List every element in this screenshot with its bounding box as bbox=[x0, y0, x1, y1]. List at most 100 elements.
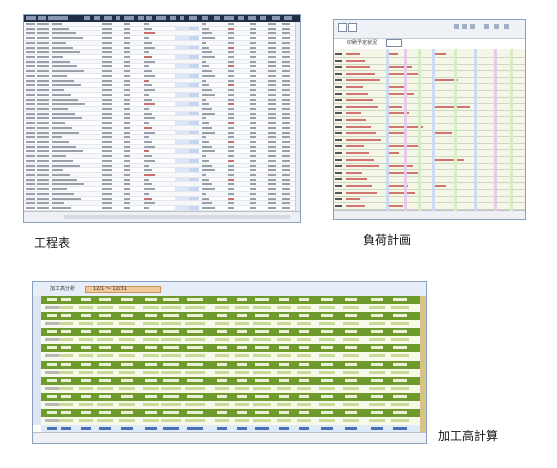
process-table-cell bbox=[144, 103, 155, 106]
load-plan-column-band bbox=[432, 49, 435, 211]
process-table-cell bbox=[52, 51, 80, 54]
process-table-cell bbox=[124, 188, 130, 191]
process-table-cell bbox=[37, 202, 49, 205]
process-table-cell bbox=[102, 131, 112, 134]
process-table-cell bbox=[37, 93, 49, 96]
process-table-cell bbox=[52, 131, 79, 134]
process-table-cell bbox=[268, 202, 276, 205]
process-table-cell bbox=[228, 164, 234, 167]
toolbar-icon[interactable] bbox=[462, 24, 467, 29]
process-table-cell bbox=[124, 27, 130, 30]
load-plan-column-band bbox=[404, 49, 407, 211]
process-table-cell bbox=[37, 164, 49, 167]
process-table-cell bbox=[52, 79, 74, 82]
process-table-horizontal-scrollbar[interactable] bbox=[64, 215, 290, 219]
process-table-cell bbox=[250, 60, 256, 63]
process-table-cell bbox=[144, 79, 149, 82]
process-table-cell bbox=[282, 60, 290, 63]
process-table-rows bbox=[24, 22, 296, 212]
process-table-cell bbox=[37, 56, 49, 59]
process-table-cell bbox=[268, 197, 276, 200]
process-table-cell bbox=[228, 51, 234, 54]
process-table-cell bbox=[37, 188, 49, 191]
process-table-cell bbox=[124, 112, 130, 115]
process-table-cell bbox=[250, 159, 256, 162]
toolbar-button[interactable] bbox=[338, 23, 347, 32]
process-table-cell bbox=[250, 70, 256, 73]
process-table-cell bbox=[250, 112, 256, 115]
process-table-cell bbox=[268, 107, 276, 110]
process-table-cell bbox=[268, 84, 276, 87]
load-plan-job-text bbox=[346, 92, 368, 95]
process-table-cell bbox=[144, 117, 155, 120]
process-table-cell bbox=[282, 103, 290, 106]
process-table-cell bbox=[268, 174, 276, 176]
process-table-cell bbox=[102, 136, 112, 139]
process-table-cell bbox=[102, 202, 112, 205]
process-table-cell bbox=[282, 23, 290, 25]
process-table-cell bbox=[250, 207, 256, 210]
load-plan-job-text bbox=[346, 72, 375, 75]
process-table-cell bbox=[282, 131, 290, 134]
process-table-cell bbox=[37, 155, 49, 158]
process-table-cell bbox=[124, 145, 130, 148]
process-table-cell bbox=[37, 60, 49, 63]
toolbar-icon[interactable] bbox=[470, 24, 475, 29]
process-table-cell bbox=[144, 60, 155, 63]
process-table-cell bbox=[26, 98, 35, 101]
process-table-cell bbox=[202, 164, 212, 167]
process-table-cell bbox=[52, 37, 83, 40]
process-table-cell bbox=[124, 197, 130, 200]
process-table-cell bbox=[37, 51, 49, 54]
process-table-vertical-scrollbar[interactable] bbox=[295, 22, 300, 212]
process-table-cell bbox=[37, 174, 49, 176]
processing-amount-data-row bbox=[41, 368, 420, 377]
process-table-cell bbox=[102, 60, 112, 63]
process-table-cell bbox=[268, 145, 276, 148]
toolbar-icon[interactable] bbox=[504, 24, 509, 29]
process-table-cell bbox=[124, 178, 130, 181]
process-table-cell bbox=[52, 207, 71, 210]
process-table-cell bbox=[124, 79, 130, 82]
processing-amount-header-row bbox=[41, 344, 420, 353]
process-table-cell bbox=[202, 140, 209, 143]
process-table-cell bbox=[282, 70, 290, 73]
process-table-cell bbox=[52, 60, 70, 63]
process-table-cell bbox=[250, 126, 256, 129]
processing-amount-header-row bbox=[41, 296, 420, 304]
process-table-cell bbox=[124, 131, 130, 134]
process-table-cell bbox=[268, 169, 276, 172]
process-table-cell bbox=[26, 140, 35, 143]
load-plan-date-button[interactable] bbox=[386, 39, 402, 47]
process-table-cell bbox=[144, 150, 149, 153]
process-table-cell bbox=[202, 60, 206, 63]
toolbar-icon[interactable] bbox=[454, 24, 459, 29]
process-table-cell bbox=[282, 126, 290, 129]
process-table-cell bbox=[228, 145, 234, 148]
load-plan-row-date bbox=[335, 204, 342, 207]
load-plan-job-text bbox=[388, 66, 412, 69]
process-table-cell bbox=[268, 79, 276, 82]
process-table-cell bbox=[282, 164, 290, 167]
load-plan-row-date bbox=[335, 198, 342, 201]
toolbar-button[interactable] bbox=[348, 23, 357, 32]
period-label: 12/1 〜 12/31 bbox=[93, 286, 127, 292]
load-plan-job-text bbox=[346, 105, 378, 108]
process-table-cell bbox=[282, 192, 290, 195]
process-table-cell bbox=[202, 70, 212, 73]
process-table-cell bbox=[228, 112, 234, 115]
toolbar-icon[interactable] bbox=[494, 24, 499, 29]
load-plan-row-date bbox=[335, 145, 342, 148]
process-table-cell bbox=[282, 207, 290, 210]
processing-amount-vertical-scrollbar[interactable] bbox=[420, 296, 426, 433]
processing-amount-screenshot: 加工高分析 12/1 〜 12/31 bbox=[32, 281, 427, 444]
process-table-cell bbox=[102, 174, 112, 176]
process-table-cell bbox=[250, 65, 256, 68]
process-table-cell bbox=[202, 174, 206, 176]
process-table-cell bbox=[282, 183, 290, 186]
toolbar-icon[interactable] bbox=[484, 24, 489, 29]
process-table-cell bbox=[102, 197, 112, 200]
load-plan-row-date bbox=[335, 132, 342, 135]
process-table-cell bbox=[144, 164, 149, 167]
process-table-cell bbox=[102, 117, 112, 120]
